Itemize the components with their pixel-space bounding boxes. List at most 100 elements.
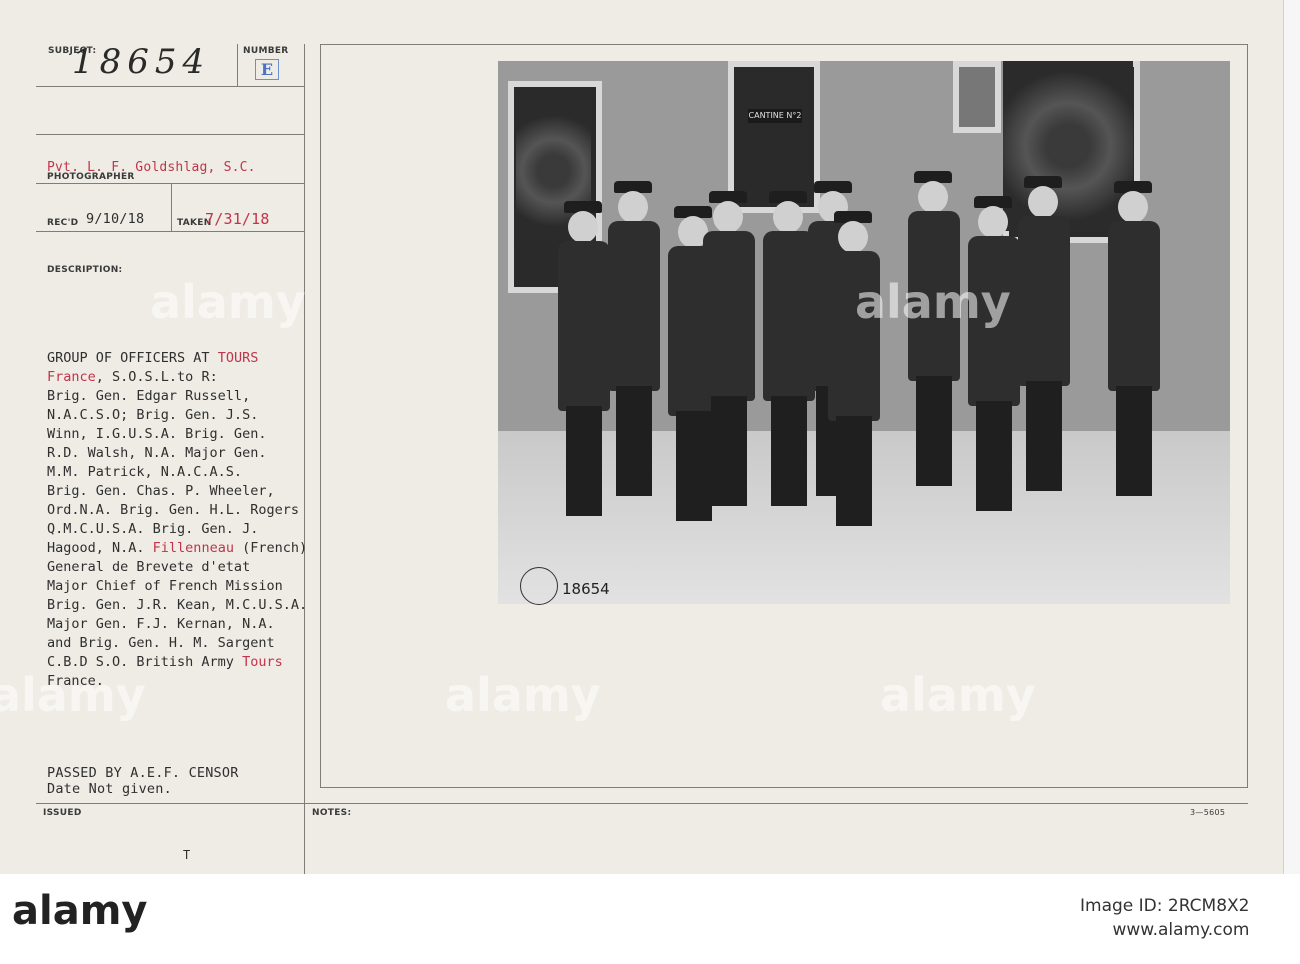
description-line-rest: (French) — [233, 540, 308, 556]
window-center — [953, 61, 1001, 133]
description-line-text: Q.M.C.U.S.A. Brig. Gen. J. — [47, 521, 259, 537]
officer-boots — [916, 376, 952, 486]
number-value: E — [255, 59, 279, 80]
description-line: Brig. Gen. J.R. Kean, M.C.U.S.A. — [47, 596, 347, 615]
officer-body — [703, 231, 755, 401]
description-line: Q.M.C.U.S.A. Brig. Gen. J. — [47, 520, 347, 539]
cantine-sign: CANTINE N°2 — [748, 109, 802, 123]
description-line: Winn, I.G.U.S.A. Brig. Gen. — [47, 425, 347, 444]
officer-head — [918, 181, 948, 213]
description-line-highlight: Tours — [242, 654, 283, 670]
description-line: France, S.O.S.L.to R: — [47, 368, 347, 387]
description-line-text: Brig. Gen. Chas. P. Wheeler, — [47, 483, 275, 499]
officer-head — [713, 201, 743, 233]
site-url: www.alamy.com — [1112, 920, 1250, 940]
photo-frame-right — [1247, 44, 1248, 788]
description-line: Brig. Gen. Edgar Russell, — [47, 387, 347, 406]
subject-number: 18654 — [72, 42, 211, 82]
ivy-right — [1003, 61, 1133, 231]
officer-boots — [1026, 381, 1062, 491]
description-line: R.D. Walsh, N.A. Major Gen. — [47, 444, 347, 463]
rule-bottom — [36, 803, 1248, 804]
officers-photograph: CANTINE N°2 — [498, 61, 1230, 604]
officer-boots — [616, 386, 652, 496]
photo-frame-bottom — [320, 787, 1248, 788]
officer-body — [1108, 221, 1160, 391]
signal-corps-stamp — [520, 567, 558, 605]
description-line: Hagood, N.A. Fillenneau (French) — [47, 539, 347, 558]
number-label: NUMBER — [243, 46, 289, 56]
watermark: alamy — [0, 668, 146, 722]
officer-boots — [1116, 386, 1152, 496]
censor-line-2: Date Not given. — [47, 781, 172, 797]
watermark: alamy — [445, 668, 601, 722]
description-line-text: Major Chief of French Mission — [47, 578, 283, 594]
photographer-label: PHOTOGRAPHER — [47, 172, 135, 182]
officer-head — [978, 206, 1008, 238]
officer-body — [558, 241, 610, 411]
description-line: and Brig. Gen. H. M. Sargent — [47, 634, 347, 653]
alamy-logo: alamy — [12, 888, 148, 934]
description-line: Ord.N.A. Brig. Gen. H.L. Rogers — [47, 501, 347, 520]
rule-photographer — [36, 134, 304, 135]
recd-value: 9/10/18 — [86, 211, 145, 227]
t-mark: T — [183, 848, 191, 862]
description-line-rest: , S.O.S.L.to R: — [95, 369, 218, 385]
image-id: Image ID: 2RCM8X2 www.alamy.com — [1080, 894, 1249, 942]
notes-label: NOTES: — [312, 808, 352, 818]
description-line: Brig. Gen. Chas. P. Wheeler, — [47, 482, 347, 501]
officer-boots — [836, 416, 872, 526]
officer-boots — [711, 396, 747, 506]
description-line-text: Major Gen. F.J. Kernan, N.A. — [47, 616, 275, 632]
censor-line-1: PASSED BY A.E.F. CENSOR — [47, 765, 239, 781]
watermark: alamy — [880, 668, 1036, 722]
officer-head — [1118, 191, 1148, 223]
description-line: Major Gen. F.J. Kernan, N.A. — [47, 615, 347, 634]
description-line-text: R.D. Walsh, N.A. Major Gen. — [47, 445, 267, 461]
description-line-text: M.M. Patrick, N.A.C.A.S. — [47, 464, 243, 480]
description-line-highlight: Fillenneau — [152, 540, 234, 556]
officer-head — [618, 191, 648, 223]
issued-label: ISSUED — [43, 808, 82, 818]
recd-label: REC'D — [47, 218, 79, 228]
description-line-text: Winn, I.G.U.S.A. Brig. Gen. — [47, 426, 267, 442]
photo-frame — [320, 44, 1248, 45]
officer-boots — [676, 411, 712, 521]
stamp-number: 18654 — [562, 580, 610, 598]
taken-value: 7/31/18 — [205, 210, 270, 228]
officer-body — [1018, 216, 1070, 386]
description-line: Major Chief of French Mission — [47, 577, 347, 596]
description-label: DESCRIPTION: — [47, 265, 123, 275]
description-line: General de Brevete d'etat — [47, 558, 347, 577]
description-text: GROUP OF OFFICERS AT TOURS France, S.O.S.… — [47, 349, 347, 691]
footer-bar: alamy Image ID: 2RCM8X2 www.alamy.com — [0, 874, 1300, 964]
description-line: M.M. Patrick, N.A.C.A.S. — [47, 463, 347, 482]
officer-boots — [976, 401, 1012, 511]
description-line: N.A.C.S.O; Brig. Gen. J.S. — [47, 406, 347, 425]
officer-boots — [771, 396, 807, 506]
archive-card: SUBJECT: 18654 NUMBER E Pvt. L. F. Golds… — [0, 0, 1284, 874]
watermark: alamy — [150, 275, 306, 329]
rule-recd-divider — [171, 183, 172, 231]
watermark: alamy — [855, 275, 1011, 329]
rule-recd — [36, 183, 304, 184]
form-code: 3—5605 — [1190, 808, 1226, 817]
image-id-label: Image ID: 2RCM8X2 — [1080, 896, 1250, 916]
description-line-text: Ord.N.A. Brig. Gen. H.L. Rogers — [47, 502, 299, 518]
officer-head — [773, 201, 803, 233]
description-line: GROUP OF OFFICERS AT TOURS — [47, 349, 347, 368]
officer-head — [838, 221, 868, 253]
officer-boots — [566, 406, 602, 516]
description-line-text: General de Brevete d'etat — [47, 559, 251, 575]
officer-head — [1028, 186, 1058, 218]
officer-body — [608, 221, 660, 391]
rule-description — [36, 231, 304, 232]
description-line-text: N.A.C.S.O; Brig. Gen. J.S. — [47, 407, 259, 423]
rule-number-divider — [237, 44, 238, 86]
description-line-highlight: TOURS — [217, 350, 259, 366]
description-line-text: and Brig. Gen. H. M. Sargent — [47, 635, 275, 651]
description-line-highlight: France — [47, 369, 96, 385]
description-line-text: GROUP OF OFFICERS AT — [47, 350, 218, 366]
description-line-text: Brig. Gen. J.R. Kean, M.C.U.S.A. — [47, 597, 308, 613]
officer-head — [568, 211, 598, 243]
